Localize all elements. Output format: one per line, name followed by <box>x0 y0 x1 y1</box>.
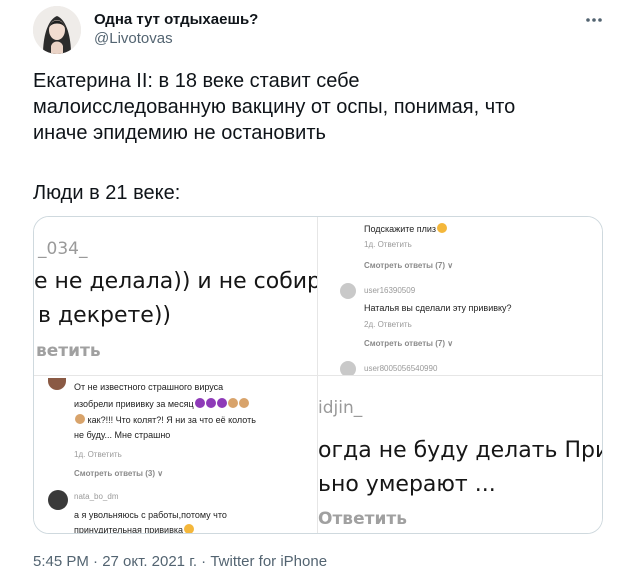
media-image-top-left[interactable]: _034_ е не делала)) и не собирак в декре… <box>34 217 317 375</box>
tr-comment2-meta: 2д. Ответить <box>364 320 412 329</box>
avatar[interactable] <box>33 6 81 54</box>
br-username: idjin_ <box>318 398 363 418</box>
bl-comment1-line4: не буду... Мне страшно <box>74 430 171 440</box>
tweet-text-secondary: Люди в 21 веке: <box>33 182 181 204</box>
tr-comment1-meta: 1д. Ответить <box>364 240 412 249</box>
bl-comment2-line1: а я увольняюсь с работы,потому что <box>74 510 227 520</box>
media-image-bottom-left[interactable]: От не известного страшного вируса изобре… <box>34 376 317 534</box>
emoji-icon <box>75 414 85 424</box>
tr-comment3-user: user8005056540990 <box>364 364 438 373</box>
bl-comment1-line2: изобрели прививку за месяц <box>74 398 249 409</box>
bl-comment1-meta: 1д. Ответить <box>74 450 122 459</box>
tr-comment2-avatar <box>340 283 356 299</box>
emoji-icon <box>437 223 448 233</box>
tl-comment-line2: в декрете)) <box>38 303 172 328</box>
tweet-header: Одна тут отдыхаешь? @Livotovas <box>0 0 640 60</box>
tl-username: _034_ <box>38 239 88 259</box>
more-horizontal-icon[interactable] <box>580 10 608 30</box>
bl-comment2-line2: принудительная прививка <box>74 524 195 534</box>
tr-comment2-user: user16390509 <box>364 286 416 295</box>
br-comment-line2: ьно умерают ... <box>318 472 496 497</box>
media-image-bottom-right[interactable]: idjin_ огда не буду делать Привив ьно ум… <box>318 376 602 533</box>
avatar-image <box>33 6 81 54</box>
bl-comment1-line2-value: изобрели прививку за месяц <box>74 399 194 409</box>
bl-comment1-avatar <box>48 378 66 390</box>
emoji-icon <box>238 398 249 408</box>
tweet-text: Екатерина II: в 18 веке ставит себе мало… <box>33 70 516 144</box>
tr-comment1-text: Подскажите плиз <box>364 223 448 234</box>
emoji-icon <box>184 524 195 533</box>
bl-comment2-user: nata_bo_dm <box>74 492 119 501</box>
bl-comment2-avatar <box>48 490 68 510</box>
br-reply-link: Ответить <box>318 509 407 529</box>
emoji-icon <box>205 398 216 408</box>
username[interactable]: @Livotovas <box>94 30 173 47</box>
bl-comment1-line3-value: как?!!! Что колят?! Я ни за что её колот… <box>87 415 256 425</box>
tl-comment-line1: е не делала)) и не собирак <box>34 269 317 294</box>
display-name[interactable]: Одна тут отдыхаешь? <box>94 11 258 28</box>
tweet-timestamp[interactable]: 5:45 PM · 27 окт. 2021 г. · Twitter for … <box>33 553 327 570</box>
emoji-icon <box>227 398 238 408</box>
bl-comment1-line3: как?!!! Что колят?! Я ни за что её колот… <box>74 414 256 425</box>
tr-comment1-replies: Смотреть ответы (7) ∨ <box>364 261 454 270</box>
media-divider-horizontal <box>34 375 602 376</box>
tweet-media-grid[interactable]: _034_ е не делала)) и не собирак в декре… <box>33 216 603 534</box>
tl-reply-link: ветить <box>36 341 101 361</box>
emoji-icon <box>216 398 227 408</box>
media-image-top-right[interactable]: Подскажите плиз 1д. Ответить Смотреть от… <box>318 217 602 375</box>
br-comment-line1: огда не буду делать Привив <box>318 438 602 463</box>
emoji-icon <box>194 398 205 408</box>
tr-comment3-avatar <box>340 361 356 375</box>
tr-comment1-text-value: Подскажите плиз <box>364 224 437 234</box>
bl-comment1-replies: Смотреть ответы (3) ∨ <box>74 469 164 478</box>
tr-comment2-text: Наталья вы сделали эту прививку? <box>364 303 512 313</box>
bl-comment1-line1: От не известного страшного вируса <box>74 382 224 392</box>
tr-comment2-replies: Смотреть ответы (7) ∨ <box>364 339 454 348</box>
bl-comment2-line2-value: принудительная прививка <box>74 525 184 534</box>
